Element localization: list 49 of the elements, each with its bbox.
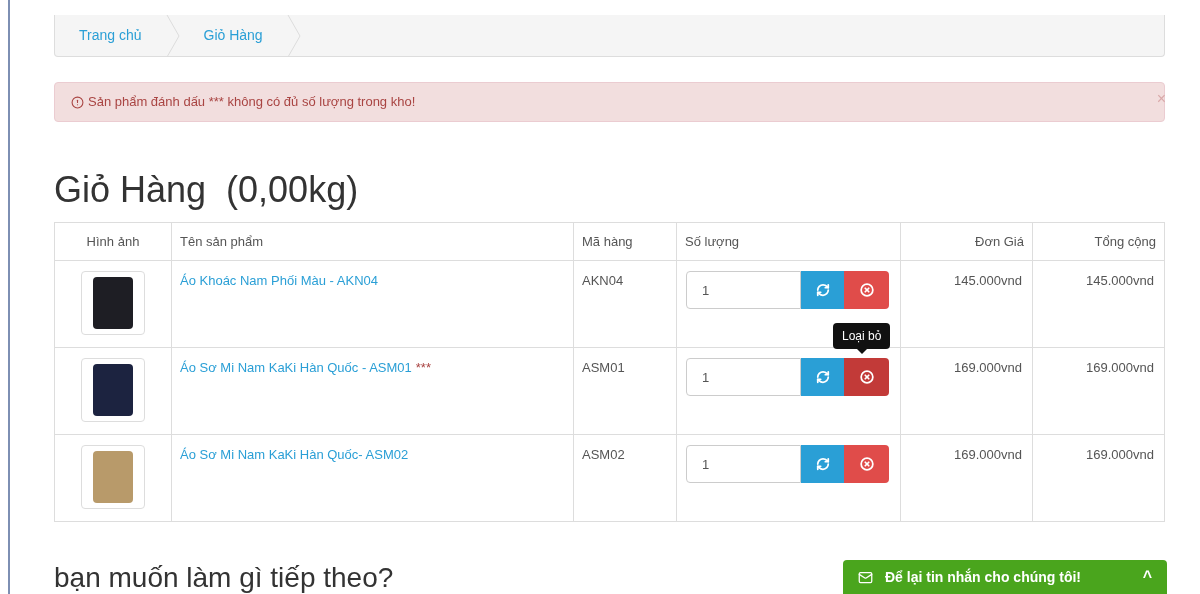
chat-widget-label: Để lại tin nhắn cho chúng tôi!	[885, 567, 1081, 587]
table-cell: ASM02	[573, 434, 677, 522]
table-cell: 169.000vnd	[900, 347, 1033, 435]
product-link[interactable]: Áo Sơ Mi Nam KaKi Hàn Quốc - ASM01	[180, 360, 412, 375]
tooltip: Loại bỏ	[833, 323, 891, 354]
page-heading: Giỏ Hàng (0,00kg)	[54, 170, 360, 210]
table-cell: AKN04	[573, 260, 677, 348]
column-header: Đơn Giá	[900, 222, 1033, 261]
caret-icon: ^	[1142, 565, 1152, 589]
section-heading: bạn muốn làm gì tiếp theo?	[54, 562, 394, 594]
remove-button[interactable]	[844, 271, 889, 309]
table-cell: 145.000vnd	[900, 260, 1033, 348]
table-cell: ASM01	[573, 347, 677, 435]
quantity-field[interactable]: 1	[686, 358, 801, 396]
close-button[interactable]: ×	[1156, 91, 1166, 107]
breadcrumb-link[interactable]: Trang chủ	[55, 25, 166, 46]
column-header: Tổng cộng	[1032, 222, 1165, 261]
jacket-photo-placeholder	[93, 451, 133, 503]
column-header: Tên sản phẩm	[171, 222, 574, 261]
alert-icon	[71, 95, 84, 109]
product-link[interactable]: Áo Khoác Nam Phối Màu - AKN04	[180, 273, 378, 288]
jacket-photo-placeholder	[93, 364, 133, 416]
table-cell: 169.000vnd	[1032, 434, 1165, 522]
remove-icon	[859, 457, 874, 471]
jacket-photo-placeholder	[93, 277, 133, 329]
table-cell: 145.000vnd	[1032, 260, 1165, 348]
refresh-button[interactable]	[801, 445, 844, 483]
refresh-button[interactable]	[801, 358, 844, 396]
alert-message: Sản phẩm đánh dấu *** không có đủ số lượng trong kho!	[88, 93, 416, 112]
column-header: Mã hàng	[573, 222, 677, 261]
remove-button[interactable]	[844, 358, 889, 396]
column-header: Hình ảnh	[54, 222, 172, 261]
breadcrumb-link[interactable]: Giỏ Hàng	[179, 25, 287, 46]
remove-icon	[859, 283, 874, 297]
product-link[interactable]: Áo Sơ Mi Nam KaKi Hàn Quốc- ASM02	[180, 447, 409, 462]
quantity-field[interactable]: 1	[686, 271, 801, 309]
column-header: Số lượng	[676, 222, 901, 261]
table-cell: 169.000vnd	[1032, 347, 1165, 435]
quantity-field[interactable]: 1	[686, 445, 801, 483]
remove-button[interactable]	[844, 445, 889, 483]
chat-widget-button[interactable]: Để lại tin nhắn cho chúng tôi! ^	[843, 560, 1167, 594]
refresh-button[interactable]	[801, 271, 844, 309]
refresh-icon	[815, 370, 830, 384]
refresh-icon	[815, 283, 830, 297]
remove-icon	[859, 370, 874, 384]
refresh-icon	[815, 457, 830, 471]
mail-icon	[858, 569, 873, 585]
stock-warning-marker: ***	[415, 360, 431, 375]
table-cell: 169.000vnd	[900, 434, 1033, 522]
